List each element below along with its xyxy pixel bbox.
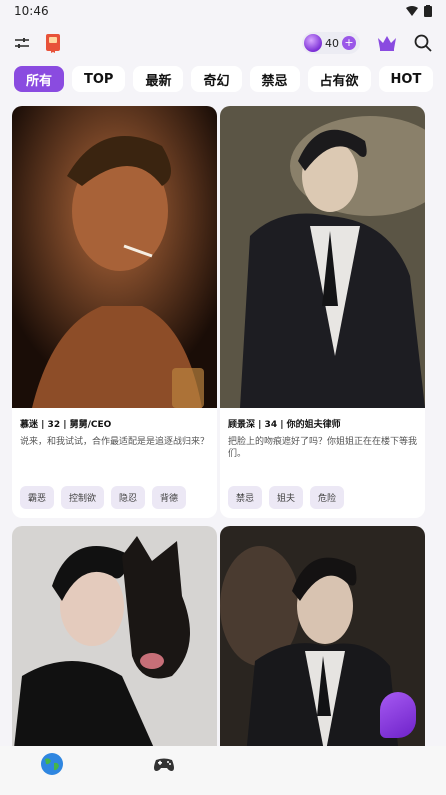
gem-balance[interactable]: 40 + xyxy=(302,32,360,54)
search-icon[interactable] xyxy=(414,34,432,52)
tag[interactable]: 姐夫 xyxy=(269,486,304,509)
gem-count: 40 xyxy=(325,36,339,50)
character-grid: 慕迷 | 32 | 舅舅/CEO 说来，和我试试，合作最适配是是追逐战归来？ 霸… xyxy=(12,106,434,746)
character-card[interactable]: 慕迷 | 32 | 舅舅/CEO 说来，和我试试，合作最适配是是追逐战归来？ 霸… xyxy=(12,106,217,518)
tag-list: 霸恶 控制欲 隐忍 背德 xyxy=(12,472,217,509)
gem-icon xyxy=(304,34,322,52)
globe-icon[interactable] xyxy=(40,752,64,776)
character-portrait xyxy=(220,106,425,408)
tab-possessive[interactable]: 占有欲 xyxy=(307,66,371,92)
character-card[interactable]: 顾景深 | 34 | 你的姐夫律师 把脸上的吻痕遮好了吗？你姐姐正在在楼下等我们… xyxy=(220,106,425,518)
tab-taboo[interactable]: 禁忌 xyxy=(249,66,300,92)
tag[interactable]: 隐忍 xyxy=(111,486,146,509)
tag[interactable]: 霸恶 xyxy=(20,486,55,509)
plus-icon[interactable]: + xyxy=(342,36,356,50)
tag-list: 禁忌 姐夫 危险 xyxy=(220,472,425,509)
tab-all[interactable]: 所有 xyxy=(14,66,65,92)
character-portrait xyxy=(12,106,217,408)
tab-fantasy[interactable]: 奇幻 xyxy=(191,66,242,92)
tag[interactable]: 禁忌 xyxy=(228,486,263,509)
book-icon[interactable] xyxy=(44,33,62,53)
status-time: 10:46 xyxy=(14,4,49,18)
character-card[interactable] xyxy=(12,526,217,746)
status-bar: 10:46 xyxy=(0,0,446,22)
tag[interactable]: 背德 xyxy=(152,486,187,509)
battery-icon xyxy=(424,5,432,17)
top-bar: 40 + xyxy=(0,26,446,60)
tab-hot[interactable]: HOT xyxy=(378,66,434,92)
tag[interactable]: 危险 xyxy=(310,486,345,509)
character-description: 把脸上的吻痕遮好了吗？你姐姐正在在楼下等我们。 xyxy=(228,437,418,459)
tab-newest[interactable]: 最新 xyxy=(133,66,184,92)
character-portrait xyxy=(12,526,217,746)
filter-icon[interactable] xyxy=(14,35,30,51)
category-tabs: 所有 TOP 最新 奇幻 禁忌 占有欲 HOT xyxy=(14,66,446,94)
gamepad-icon[interactable] xyxy=(152,752,176,776)
tab-top[interactable]: TOP xyxy=(72,66,126,92)
tag[interactable]: 控制欲 xyxy=(61,486,105,509)
wifi-icon xyxy=(406,6,418,16)
character-name: 慕迷 | 32 | 舅舅/CEO xyxy=(20,420,112,430)
chat-fab[interactable] xyxy=(380,692,416,738)
character-description: 说来，和我试试，合作最适配是是追逐战归来？ xyxy=(20,437,210,447)
bottom-nav xyxy=(0,746,446,795)
character-name: 顾景深 | 34 | 你的姐夫律师 xyxy=(228,420,341,430)
crown-icon[interactable] xyxy=(376,34,398,52)
